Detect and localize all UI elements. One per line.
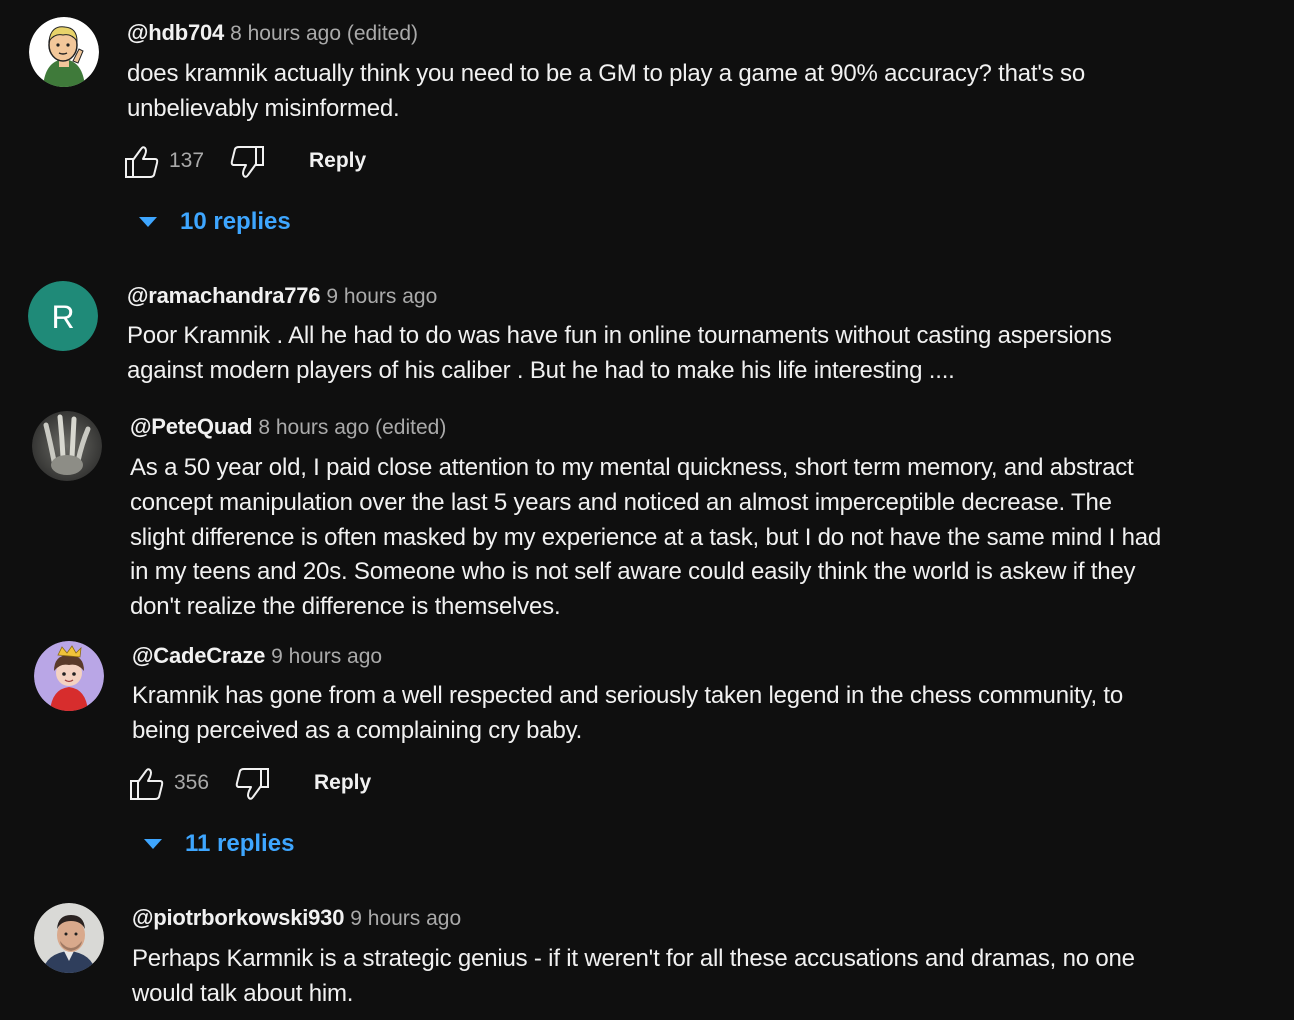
comment-text: Kramnik has gone from a well respected a… (132, 682, 1124, 744)
author-name[interactable]: @CadeCraze (132, 643, 265, 668)
comment-meta: @piotrborkowski930 9 hours ago (132, 904, 461, 935)
comment-actions: 356 Reply (128, 765, 428, 805)
comment-actions: 137 Reply (123, 143, 423, 183)
caret-down-icon (144, 839, 162, 849)
timestamp[interactable]: 9 hours ago (271, 645, 382, 668)
man-portrait-avatar-icon (34, 903, 104, 973)
comment-meta: @CadeCraze 9 hours ago (132, 642, 382, 673)
thumbs-up-icon[interactable] (128, 765, 166, 803)
like-count: 356 (174, 771, 210, 794)
hand-photo-avatar-icon (32, 411, 102, 481)
timestamp[interactable]: 8 hours ago (edited) (258, 416, 446, 439)
author-name[interactable]: @ramachandra776 (127, 283, 321, 308)
avatar[interactable]: R (28, 281, 98, 351)
comment-text: Perhaps Karmnik is a strategic genius - … (132, 945, 1135, 1007)
replies-label: 11 replies (185, 830, 295, 857)
letter-avatar-icon: R (28, 281, 98, 351)
reply-button[interactable]: Reply (314, 771, 371, 795)
avatar[interactable] (29, 17, 99, 87)
cartoon-person-avatar-icon (29, 17, 99, 87)
comment-meta: @PeteQuad 8 hours ago (edited) (130, 413, 446, 444)
avatar[interactable] (34, 903, 104, 973)
anime-character-avatar-icon (34, 641, 104, 711)
avatar-letter: R (51, 299, 74, 335)
view-replies-button[interactable]: 11 replies (144, 827, 344, 861)
author-name[interactable]: @PeteQuad (130, 414, 253, 439)
author-name[interactable]: @hdb704 (127, 20, 224, 45)
comment-text: Poor Kramnik . All he had to do was have… (127, 322, 1112, 384)
timestamp[interactable]: 9 hours ago (326, 285, 437, 308)
thumbs-down-icon[interactable] (228, 143, 266, 181)
thumbs-down-icon[interactable] (233, 765, 271, 803)
comment-text: As a 50 year old, I paid close attention… (130, 454, 1162, 621)
comment-meta: @ramachandra776 9 hours ago (127, 282, 437, 313)
like-count: 137 (169, 149, 205, 172)
comment-text: does kramnik actually think you need to … (127, 60, 1085, 122)
timestamp[interactable]: 9 hours ago (350, 907, 461, 930)
reply-button[interactable]: Reply (309, 149, 366, 173)
caret-down-icon (139, 217, 157, 227)
comment-meta: @hdb704 8 hours ago (edited) (127, 19, 418, 50)
avatar[interactable] (32, 411, 102, 481)
replies-label: 10 replies (180, 208, 291, 235)
avatar[interactable] (34, 641, 104, 711)
timestamp[interactable]: 8 hours ago (edited) (230, 22, 418, 45)
view-replies-button[interactable]: 10 replies (139, 205, 339, 239)
author-name[interactable]: @piotrborkowski930 (132, 905, 344, 930)
thumbs-up-icon[interactable] (123, 143, 161, 181)
